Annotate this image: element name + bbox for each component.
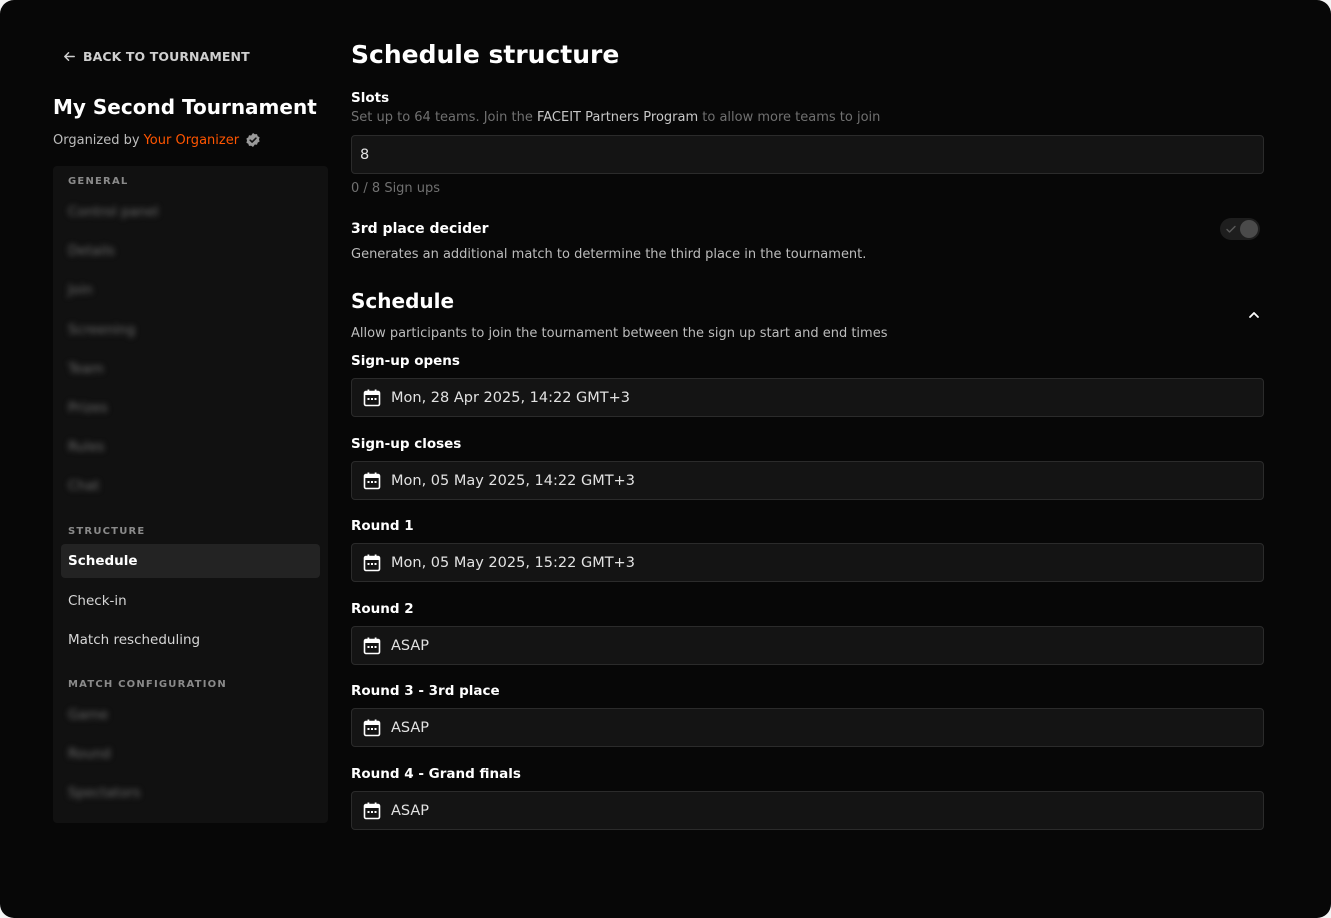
slots-help: Set up to 64 teams. Join the FACEIT Part… xyxy=(351,110,880,125)
page-title: Schedule structure xyxy=(351,40,620,69)
back-link-label: BACK TO TOURNAMENT xyxy=(83,48,250,64)
verified-badge-icon xyxy=(246,133,260,147)
nav-item-spectators[interactable]: Spectators xyxy=(61,776,320,810)
app-frame: BACK TO TOURNAMENT My Second Tournament … xyxy=(0,0,1331,918)
schedule-desc: Allow participants to join the tournamen… xyxy=(351,326,888,341)
nav-item-rules[interactable]: Rules xyxy=(61,430,320,464)
third-place-toggle[interactable] xyxy=(1220,218,1260,240)
calendar-icon xyxy=(363,389,381,406)
signup-opens-input[interactable]: Mon, 28 Apr 2025, 14:22 GMT+3 xyxy=(351,378,1264,417)
nav-item-team[interactable]: Team xyxy=(61,352,320,386)
round-3-label: Round 3 - 3rd place xyxy=(351,683,500,699)
nav-item-control-panel[interactable]: Control panel xyxy=(61,195,320,229)
round-4-value: ASAP xyxy=(391,802,430,819)
nav-item-check-in[interactable]: Check-in xyxy=(61,584,320,618)
round-3-input[interactable]: ASAP xyxy=(351,708,1264,747)
toggle-knob xyxy=(1240,220,1258,238)
round-2-label: Round 2 xyxy=(351,601,414,617)
nav-item-game[interactable]: Game xyxy=(61,698,320,732)
slots-input[interactable]: 8 xyxy=(351,135,1264,174)
round-1-input[interactable]: Mon, 05 May 2025, 15:22 GMT+3 xyxy=(351,543,1264,582)
nav-item-round[interactable]: Round xyxy=(61,737,320,771)
calendar-icon xyxy=(363,554,381,571)
chevron-up-icon[interactable] xyxy=(1246,307,1262,323)
round-4-label: Round 4 - Grand finals xyxy=(351,766,521,782)
round-1-label: Round 1 xyxy=(351,518,414,534)
section-match-config-heading: MATCH CONFIGURATION xyxy=(68,679,227,690)
signup-closes-label: Sign-up closes xyxy=(351,436,462,452)
signup-closes-value: Mon, 05 May 2025, 14:22 GMT+3 xyxy=(391,472,635,489)
organized-by-label: Organized by xyxy=(53,132,140,148)
slots-help-pre: Set up to 64 teams. Join the xyxy=(351,110,533,125)
calendar-icon xyxy=(363,719,381,736)
nav-item-prizes[interactable]: Prizes xyxy=(61,391,320,425)
settings-sidebar: GENERAL Control panel Details Join Scree… xyxy=(53,166,328,823)
round-4-input[interactable]: ASAP xyxy=(351,791,1264,830)
round-1-value: Mon, 05 May 2025, 15:22 GMT+3 xyxy=(391,554,635,571)
nav-item-details[interactable]: Details xyxy=(61,234,320,268)
check-icon xyxy=(1226,225,1236,233)
section-general-heading: GENERAL xyxy=(68,176,129,187)
organizer-link[interactable]: Your Organizer xyxy=(144,133,239,148)
round-2-input[interactable]: ASAP xyxy=(351,626,1264,665)
third-place-desc: Generates an additional match to determi… xyxy=(351,247,867,262)
arrow-left-icon xyxy=(64,51,75,61)
nav-item-chat[interactable]: Chat xyxy=(61,469,320,503)
nav-item-screening[interactable]: Screening xyxy=(61,313,320,347)
signup-opens-label: Sign-up opens xyxy=(351,353,460,369)
nav-item-match-rescheduling[interactable]: Match rescheduling xyxy=(61,623,320,657)
slots-help-post: to allow more teams to join xyxy=(702,110,881,125)
section-structure-heading: STRUCTURE xyxy=(68,526,146,537)
round-2-value: ASAP xyxy=(391,637,430,654)
signup-closes-input[interactable]: Mon, 05 May 2025, 14:22 GMT+3 xyxy=(351,461,1264,500)
partners-program-link[interactable]: FACEIT Partners Program xyxy=(537,110,698,125)
third-place-label: 3rd place decider xyxy=(351,221,489,237)
nav-item-join[interactable]: Join xyxy=(61,273,320,307)
slots-label: Slots xyxy=(351,90,390,106)
calendar-icon xyxy=(363,637,381,654)
back-to-tournament-link[interactable]: BACK TO TOURNAMENT xyxy=(62,46,250,66)
organizer-line: Organized by Your Organizer xyxy=(53,132,261,148)
tournament-title: My Second Tournament xyxy=(53,95,317,119)
signups-count: 0 / 8 Sign ups xyxy=(351,181,441,196)
round-3-value: ASAP xyxy=(391,719,430,736)
schedule-heading: Schedule xyxy=(351,289,455,313)
calendar-icon xyxy=(363,472,381,489)
slots-value: 8 xyxy=(360,146,370,163)
nav-item-schedule[interactable]: Schedule xyxy=(61,544,320,578)
signup-opens-value: Mon, 28 Apr 2025, 14:22 GMT+3 xyxy=(391,389,631,406)
calendar-icon xyxy=(363,802,381,819)
